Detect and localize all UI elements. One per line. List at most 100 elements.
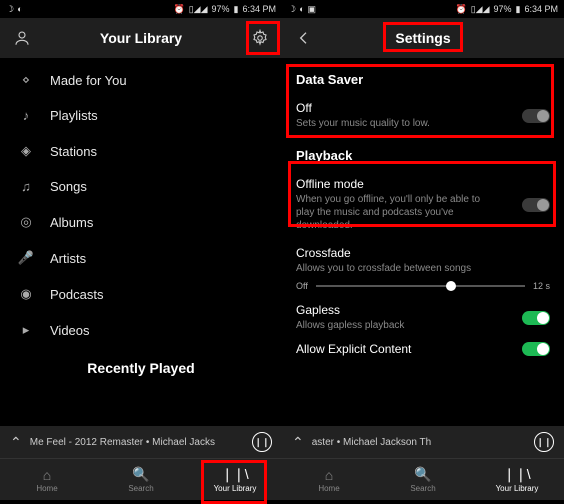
nav-label: Your Library <box>496 484 539 493</box>
settings-content: Data Saver Off Sets your music quality t… <box>282 58 564 426</box>
settings-header: Settings <box>282 18 564 58</box>
chevron-up-icon[interactable]: ⌃ <box>10 434 22 451</box>
battery-percent: 97% <box>212 4 230 14</box>
explicit-title: Allow Explicit Content <box>296 342 411 356</box>
track-text: aster • Michael Jackson Th <box>312 437 431 448</box>
data-saver-toggle[interactable] <box>522 109 550 123</box>
radio-icon: ◈ <box>16 143 36 159</box>
crossfade-min: Off <box>296 281 308 291</box>
lib-item-made-for-you[interactable]: ⋄ Made for You <box>0 62 282 98</box>
lib-label: Artists <box>50 251 86 266</box>
playback-heading: Playback <box>296 148 550 167</box>
crossfade-slider[interactable] <box>316 285 525 287</box>
page-title: Your Library <box>34 30 248 46</box>
nav-label: Home <box>36 484 57 493</box>
nav-label: Your Library <box>214 484 257 493</box>
app-icon: ▣ <box>308 4 317 15</box>
page-title: Settings <box>316 30 530 46</box>
home-icon: ⌂ <box>43 467 51 483</box>
moon-icon: ☽ <box>288 4 296 15</box>
crossfade-desc: Allows you to crossfade between songs <box>296 260 496 275</box>
library-header: Your Library <box>0 18 282 58</box>
battery-icon: ▮ <box>516 4 521 15</box>
nav-label: Search <box>410 484 435 493</box>
nav-library[interactable]: ❘❘\ Your Library <box>205 466 265 493</box>
library-screen: ☽ ◐ ⏰ ▯◢◢ 97% ▮ 6:34 PM Your Library ⋄ M… <box>0 0 282 500</box>
gapless-toggle[interactable] <box>522 311 550 325</box>
dnd-icon: ◐ <box>299 4 304 15</box>
bottom-nav: ⌂ Home 🔍 Search ❘❘\ Your Library <box>0 458 282 500</box>
chevron-up-icon[interactable]: ⌃ <box>292 434 304 451</box>
moon-icon: ☽ <box>6 4 14 15</box>
alarm-icon: ⏰ <box>173 4 184 15</box>
pause-button[interactable]: ❙❙ <box>534 432 554 452</box>
playback-group: Playback Offline mode When you go offlin… <box>294 140 552 366</box>
settings-button[interactable] <box>248 29 272 47</box>
lib-item-playlists[interactable]: ♪ Playlists <box>0 98 282 133</box>
album-icon: ◎ <box>16 214 36 230</box>
gapless-title: Gapless <box>296 303 404 317</box>
offline-row: Offline mode When you go offline, you'll… <box>296 167 550 232</box>
now-playing-bar[interactable]: ⌃ aster • Michael Jackson Th ❙❙ <box>282 426 564 458</box>
lib-label: Songs <box>50 179 87 194</box>
profile-icon[interactable] <box>10 29 34 47</box>
offline-desc: When you go offline, you'll only be able… <box>296 191 496 232</box>
lib-label: Albums <box>50 215 93 230</box>
nav-search[interactable]: 🔍 Search <box>111 466 171 493</box>
lib-item-podcasts[interactable]: ◉ Podcasts <box>0 276 282 312</box>
data-saver-state: Off <box>296 101 430 115</box>
home-icon: ⌂ <box>325 467 333 483</box>
dnd-icon: ◐ <box>17 4 22 15</box>
bottom-nav: ⌂ Home 🔍 Search ❘❘\ Your Library <box>282 458 564 500</box>
settings-screen: ☽ ◐ ▣ ⏰ ▯◢◢ 97% ▮ 6:34 PM Settings Data … <box>282 0 564 500</box>
battery-icon: ▮ <box>234 4 239 15</box>
mic-icon: 🎤 <box>16 250 36 266</box>
statusbar: ☽ ◐ ⏰ ▯◢◢ 97% ▮ 6:34 PM <box>0 0 282 18</box>
lib-label: Stations <box>50 144 97 159</box>
data-saver-heading: Data Saver <box>296 72 550 91</box>
nav-home[interactable]: ⌂ Home <box>17 467 77 493</box>
battery-percent: 97% <box>494 4 512 14</box>
lib-item-videos[interactable]: ▸ Videos <box>0 312 282 348</box>
note-icon: ♪ <box>16 108 36 123</box>
data-saver-desc: Sets your music quality to low. <box>296 115 430 130</box>
video-icon: ▸ <box>16 322 36 338</box>
track-text: Me Feel - 2012 Remaster • Michael Jacks <box>30 437 215 448</box>
lib-item-stations[interactable]: ◈ Stations <box>0 133 282 169</box>
lib-label: Made for You <box>50 73 127 88</box>
back-button[interactable] <box>292 30 316 46</box>
lib-item-artists[interactable]: 🎤 Artists <box>0 240 282 276</box>
gapless-row: Gapless Allows gapless playback <box>296 291 550 332</box>
offline-title: Offline mode <box>296 177 496 191</box>
statusbar: ☽ ◐ ▣ ⏰ ▯◢◢ 97% ▮ 6:34 PM <box>282 0 564 18</box>
search-icon: 🔍 <box>132 466 149 483</box>
library-content: ⋄ Made for You ♪ Playlists ◈ Stations ♫ … <box>0 58 282 426</box>
now-playing-bar[interactable]: ⌃ Me Feel - 2012 Remaster • Michael Jack… <box>0 426 282 458</box>
lib-item-songs[interactable]: ♫ Songs <box>0 169 282 204</box>
nav-search[interactable]: 🔍 Search <box>393 466 453 493</box>
lib-label: Podcasts <box>50 287 103 302</box>
gapless-desc: Allows gapless playback <box>296 317 404 332</box>
lib-item-albums[interactable]: ◎ Albums <box>0 204 282 240</box>
search-icon: 🔍 <box>414 466 431 483</box>
explicit-row: Allow Explicit Content <box>296 332 550 356</box>
data-saver-group: Data Saver Off Sets your music quality t… <box>294 64 552 140</box>
signal-icon: ▯◢◢ <box>189 4 208 15</box>
nav-home[interactable]: ⌂ Home <box>299 467 359 493</box>
explicit-toggle[interactable] <box>522 342 550 356</box>
song-icon: ♫ <box>16 179 36 194</box>
clock: 6:34 PM <box>242 4 276 14</box>
nav-library[interactable]: ❘❘\ Your Library <box>487 466 547 493</box>
lib-label: Videos <box>50 323 90 338</box>
crossfade-title: Crossfade <box>296 246 550 260</box>
offline-toggle[interactable] <box>522 198 550 212</box>
clock: 6:34 PM <box>524 4 558 14</box>
signal-icon: ▯◢◢ <box>471 4 490 15</box>
crossfade-row: Crossfade Allows you to crossfade betwee… <box>296 232 550 291</box>
crossfade-max: 12 s <box>533 281 550 291</box>
lib-label: Playlists <box>50 108 98 123</box>
pause-button[interactable]: ❙❙ <box>252 432 272 452</box>
nav-label: Search <box>128 484 153 493</box>
pod-icon: ◉ <box>16 286 36 302</box>
library-icon: ❘❘\ <box>503 466 530 483</box>
